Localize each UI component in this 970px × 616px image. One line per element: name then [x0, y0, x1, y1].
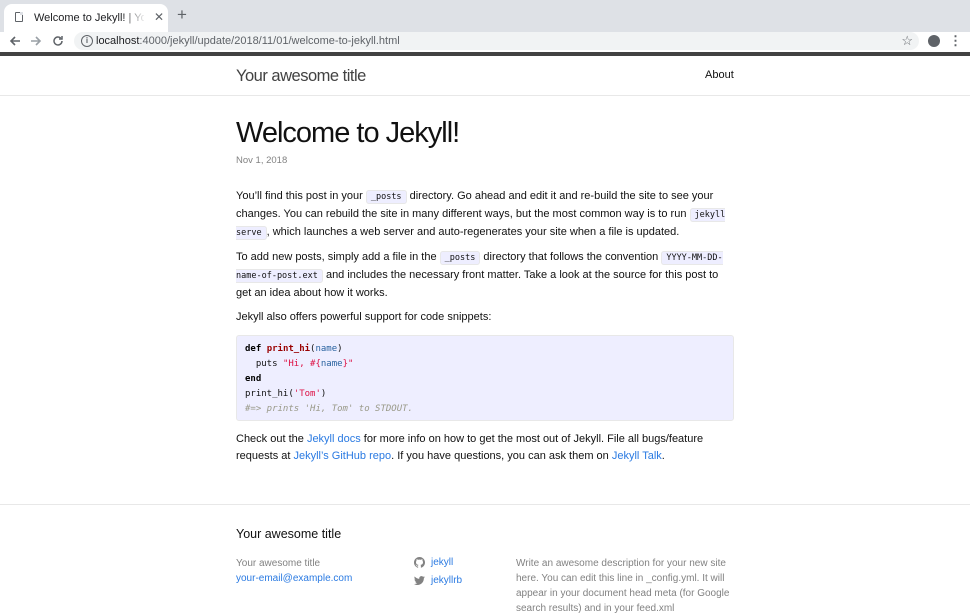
page-icon — [15, 12, 23, 22]
info-icon[interactable]: i — [81, 35, 93, 47]
site-header: Your awesome title About — [0, 56, 970, 96]
footer-email-link[interactable]: your-email@example.com — [236, 573, 352, 584]
close-icon[interactable]: ✕ — [152, 10, 166, 24]
address-bar[interactable]: i localhost:4000/jekyll/update/2018/11/0… — [74, 32, 919, 50]
browser-toolbar: i localhost:4000/jekyll/update/2018/11/0… — [0, 32, 970, 52]
menu-dots-icon[interactable]: ⋮ — [949, 33, 962, 49]
profile-avatar-icon[interactable] — [928, 35, 940, 47]
post-paragraph-4: Check out the Jekyll docs for more info … — [236, 433, 704, 462]
footer-heading: Your awesome title — [236, 527, 342, 541]
footer-site-name: Your awesome title — [236, 558, 321, 569]
jekyll-github-link[interactable]: Jekyll’s GitHub repo — [293, 450, 391, 462]
post-paragraph-1: You’ll find this post in your _posts dir… — [236, 190, 726, 240]
jekyll-docs-link[interactable]: Jekyll docs — [307, 433, 361, 445]
post-date: Nov 1, 2018 — [236, 155, 288, 166]
post-title: Welcome to Jekyll! — [236, 117, 460, 149]
site-footer: Your awesome title Your awesome title yo… — [0, 504, 970, 614]
code-snippet: def print_hi(name) puts "Hi, #{name}" en… — [236, 335, 734, 421]
url-text[interactable]: localhost:4000/jekyll/update/2018/11/01/… — [96, 34, 400, 48]
nav-about-link[interactable]: About — [705, 68, 734, 82]
browser-tab[interactable]: Welcome to Jekyll! | Your awesome title … — [4, 4, 168, 32]
github-icon — [414, 557, 425, 568]
new-tab-button[interactable]: + — [175, 6, 189, 23]
inline-code: _posts — [439, 251, 481, 265]
jekyll-talk-link[interactable]: Jekyll Talk — [612, 450, 662, 462]
tab-strip: Welcome to Jekyll! | Your awesome title … — [0, 0, 970, 32]
inline-code: _posts — [365, 190, 407, 204]
back-arrow-icon[interactable] — [6, 32, 24, 50]
bookmark-star-icon[interactable]: ☆ — [901, 33, 913, 49]
site-title-link[interactable]: Your awesome title — [236, 65, 366, 87]
post-paragraph-2: To add new posts, simply add a file in t… — [236, 251, 723, 299]
twitter-icon — [414, 576, 425, 586]
footer-description: Write an awesome description for your ne… — [516, 558, 730, 614]
footer-contact: Your awesome title your-email@example.co… — [236, 556, 352, 586]
reload-icon[interactable] — [49, 32, 67, 50]
forward-arrow-icon[interactable] — [27, 32, 45, 50]
post-paragraph-3: Jekyll also offers powerful support for … — [236, 311, 492, 323]
